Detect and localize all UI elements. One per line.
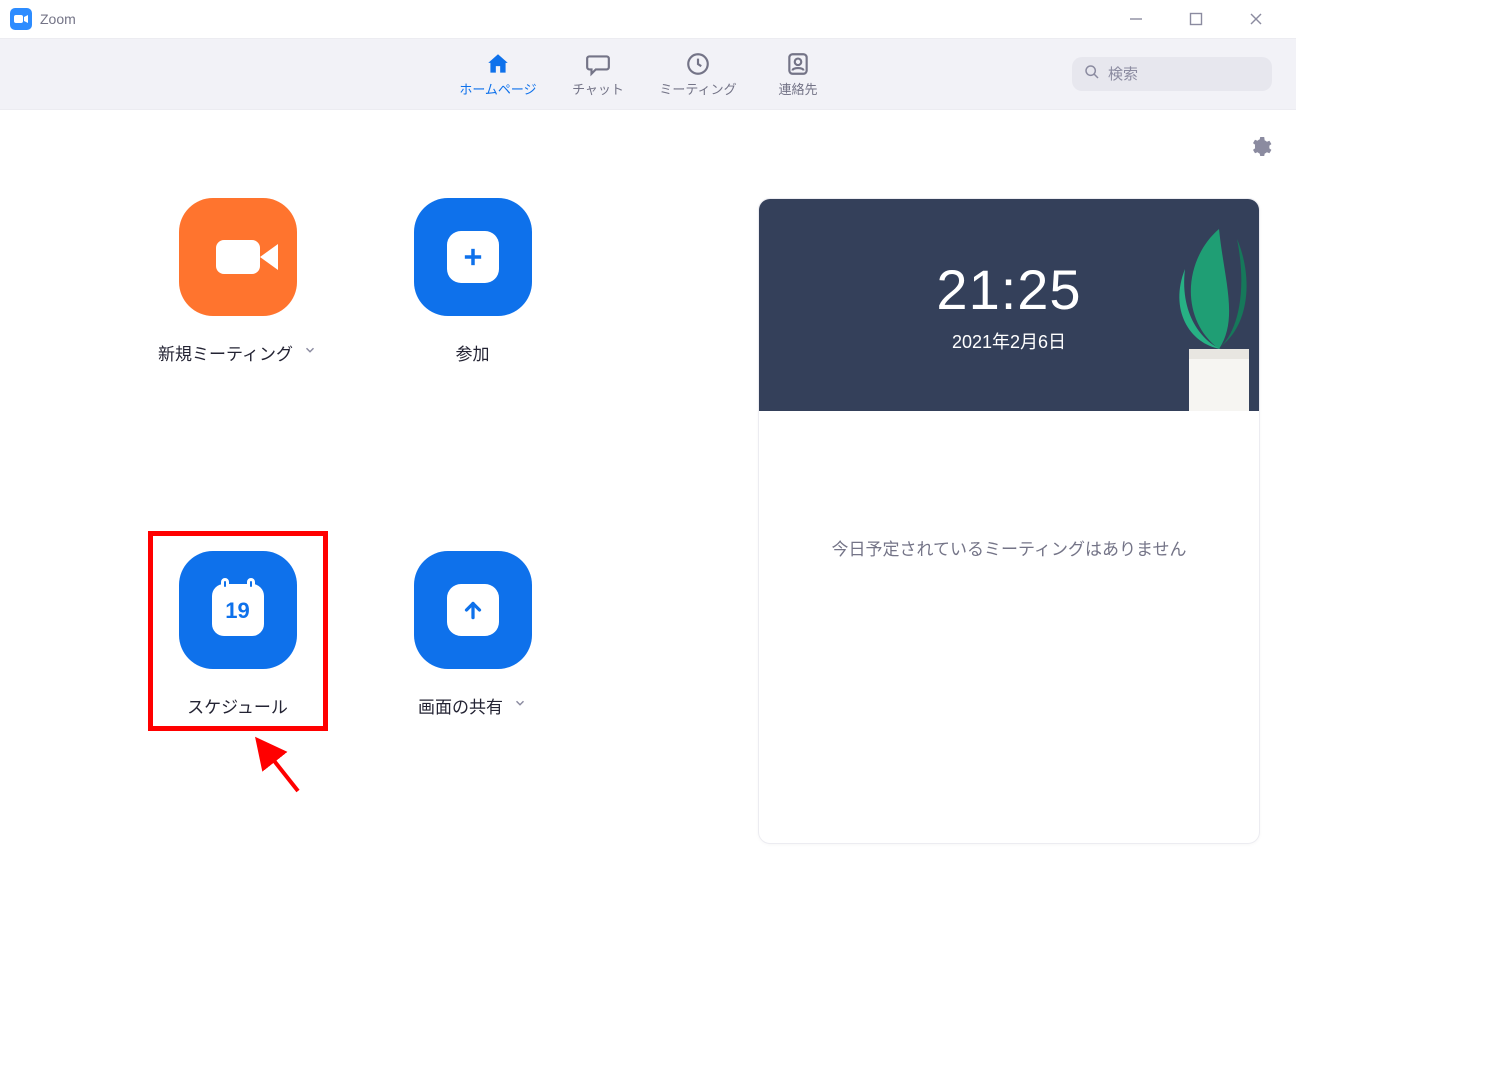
tab-label: ホームページ [459, 79, 536, 98]
new-meeting-action: 新規ミーティング [120, 198, 355, 491]
app-logo-icon [10, 8, 32, 30]
arrow-annotation [248, 731, 308, 806]
share-screen-button[interactable] [414, 551, 532, 669]
settings-button[interactable] [1248, 135, 1272, 164]
home-icon [485, 51, 511, 77]
calendar-day: 19 [225, 598, 249, 624]
calendar-panel: 21:25 2021年2月6日 今日予定されているミーティングはありません [758, 198, 1260, 844]
tab-label: ミーティング [659, 79, 736, 98]
action-label: 画面の共有 [418, 693, 503, 718]
title-bar: Zoom [0, 0, 1296, 38]
search-icon [1084, 64, 1100, 85]
arrow-up-icon [447, 584, 499, 636]
new-meeting-button[interactable] [179, 198, 297, 316]
chevron-down-icon[interactable] [303, 343, 317, 362]
nav-bar: ホームページ チャット ミーティング 連絡先 [0, 38, 1296, 110]
schedule-button[interactable]: 19 [179, 551, 297, 669]
chat-icon [585, 51, 611, 77]
close-button[interactable] [1226, 0, 1286, 38]
clock-icon [685, 51, 711, 77]
join-action: 参加 [355, 198, 590, 491]
tab-label: チャット [572, 79, 624, 98]
tab-home[interactable]: ホームページ [448, 39, 548, 109]
action-label: 新規ミーティング [158, 340, 293, 365]
plant-decoration-icon [1089, 199, 1259, 411]
share-screen-action: 画面の共有 [355, 551, 590, 844]
no-meetings-message: 今日予定されているミーティングはありません [832, 535, 1187, 560]
search-input[interactable] [1108, 66, 1260, 83]
action-grid: 新規ミーティング 参加 [120, 198, 590, 844]
join-button[interactable] [414, 198, 532, 316]
contacts-icon [785, 51, 811, 77]
maximize-button[interactable] [1166, 0, 1226, 38]
action-label: スケジュール [187, 693, 288, 718]
tab-meetings[interactable]: ミーティング [648, 39, 748, 109]
app-title: Zoom [40, 11, 76, 27]
plus-icon [447, 231, 499, 283]
search-box[interactable] [1072, 57, 1272, 91]
panel-time: 21:25 [936, 257, 1081, 322]
window-controls [1106, 0, 1286, 38]
panel-hero: 21:25 2021年2月6日 [759, 199, 1259, 411]
tab-chat[interactable]: チャット [548, 39, 648, 109]
chevron-down-icon[interactable] [513, 696, 527, 715]
tab-contacts[interactable]: 連絡先 [748, 39, 848, 109]
action-label: 参加 [456, 340, 490, 365]
panel-date: 2021年2月6日 [952, 328, 1066, 354]
calendar-icon: 19 [212, 584, 264, 636]
video-icon [216, 240, 260, 274]
tab-label: 連絡先 [778, 79, 817, 98]
schedule-action: 19 スケジュール [120, 551, 355, 844]
minimize-button[interactable] [1106, 0, 1166, 38]
